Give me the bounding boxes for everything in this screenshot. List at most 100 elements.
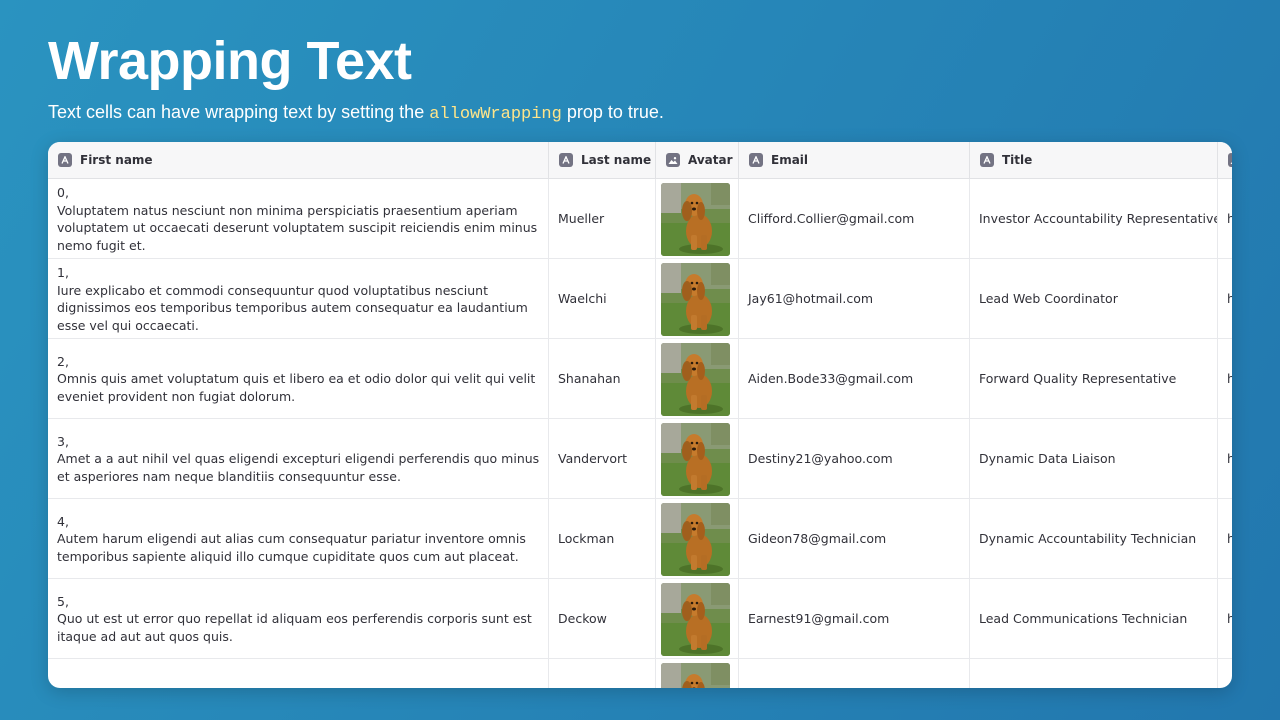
cell-email[interactable]: Jay61@hotmail.com: [739, 259, 970, 339]
cell-title[interactable]: [970, 659, 1218, 688]
cell-email[interactable]: Clifford.Collier@gmail.com: [739, 179, 970, 259]
column-header-email[interactable]: Email: [739, 142, 970, 178]
column-header-label: Avatar: [688, 153, 733, 167]
cell-text: Earnest91@gmail.com: [748, 611, 890, 627]
cell-text: Lead Web Coordinator: [979, 291, 1118, 307]
cell-text: Forward Quality Representative: [979, 371, 1177, 387]
cell-last-name[interactable]: Mueller: [549, 179, 656, 259]
cell-text: h: [1227, 370, 1232, 388]
text-icon: [980, 153, 994, 167]
dog-avatar-image: [661, 502, 730, 576]
cell-text: 1, Iure explicabo et commodi consequuntu…: [57, 265, 528, 333]
table-row[interactable]: 5, Quo ut est ut error quo repellat id a…: [48, 579, 1232, 659]
dog-avatar-image: [661, 582, 730, 656]
cell-text: Gideon78@gmail.com: [748, 531, 887, 547]
column-header-first-name[interactable]: First name: [48, 142, 549, 178]
cell-avatar[interactable]: [656, 259, 739, 339]
cell-email[interactable]: [739, 659, 970, 688]
dog-avatar-image: [661, 422, 730, 496]
cell-text: h: [1227, 610, 1232, 628]
cell-email[interactable]: Earnest91@gmail.com: [739, 579, 970, 659]
cell-first-name[interactable]: 5, Quo ut est ut error quo repellat id a…: [48, 579, 549, 659]
subtitle-text-after: prop to true.: [561, 102, 664, 122]
cell-last-name[interactable]: Shanahan: [549, 339, 656, 419]
cell-text: 5, Quo ut est ut error quo repellat id a…: [57, 593, 532, 644]
cell-avatar[interactable]: [656, 179, 739, 259]
column-header-avatar[interactable]: Avatar: [656, 142, 739, 178]
cell-text: 4, Autem harum eligendi aut alias cum co…: [57, 513, 526, 564]
cell-text: Aiden.Bode33@gmail.com: [748, 371, 914, 387]
cell-text: Destiny21@yahoo.com: [748, 451, 893, 467]
cell-text: h: [1227, 290, 1232, 308]
column-header-label: Last name: [581, 153, 652, 167]
cell-avatar[interactable]: [656, 659, 739, 688]
cell-email[interactable]: Aiden.Bode33@gmail.com: [739, 339, 970, 419]
cell-first-name[interactable]: 4, Autem harum eligendi aut alias cum co…: [48, 499, 549, 579]
cell-title[interactable]: Dynamic Data Liaison: [970, 419, 1218, 499]
cell-text: h: [1227, 450, 1232, 468]
cell-title[interactable]: Lead Communications Technician: [970, 579, 1218, 659]
cell-avatar[interactable]: [656, 339, 739, 419]
table-row[interactable]: 4, Autem harum eligendi aut alias cum co…: [48, 499, 1232, 579]
cell-title[interactable]: Investor Accountability Representative: [970, 179, 1218, 259]
image-icon: [666, 153, 680, 167]
cell-extra[interactable]: h: [1218, 179, 1232, 259]
cell-extra[interactable]: h: [1218, 339, 1232, 419]
cell-first-name[interactable]: 6,: [48, 659, 549, 688]
cell-email[interactable]: Gideon78@gmail.com: [739, 499, 970, 579]
dog-avatar-image: [661, 342, 730, 416]
grid-header: First name Last name Avatar Email Title: [48, 142, 1232, 179]
cell-avatar[interactable]: [656, 419, 739, 499]
cell-last-name[interactable]: Lockman: [549, 499, 656, 579]
cell-text: 2, Omnis quis amet voluptatum quis et li…: [57, 353, 536, 404]
dog-avatar-image: [661, 262, 730, 336]
cell-text: Clifford.Collier@gmail.com: [748, 211, 915, 227]
cell-extra[interactable]: h: [1218, 419, 1232, 499]
cell-first-name[interactable]: 1, Iure explicabo et commodi consequuntu…: [48, 259, 549, 339]
column-header-last-name[interactable]: Last name: [549, 142, 656, 178]
cell-avatar[interactable]: [656, 579, 739, 659]
cell-first-name[interactable]: 3, Amet a a aut nihil vel quas eligendi …: [48, 419, 549, 499]
cell-text: 0, Voluptatem natus nesciunt non minima …: [57, 185, 538, 253]
cell-last-name[interactable]: Vandervort: [549, 419, 656, 499]
cell-extra[interactable]: h: [1218, 579, 1232, 659]
cell-text: Jay61@hotmail.com: [748, 291, 874, 307]
cell-extra[interactable]: h: [1218, 499, 1232, 579]
cell-title[interactable]: Lead Web Coordinator: [970, 259, 1218, 339]
cell-first-name[interactable]: 0, Voluptatem natus nesciunt non minima …: [48, 179, 549, 259]
cell-title[interactable]: Forward Quality Representative: [970, 339, 1218, 419]
cell-text: 3, Amet a a aut nihil vel quas eligendi …: [57, 433, 540, 484]
cell-last-name[interactable]: Waelchi: [549, 259, 656, 339]
column-header-title[interactable]: Title: [970, 142, 1218, 178]
table-row[interactable]: 3, Amet a a aut nihil vel quas eligendi …: [48, 419, 1232, 499]
cell-text: Investor Accountability Representative: [979, 211, 1218, 227]
table-row[interactable]: 1, Iure explicabo et commodi consequuntu…: [48, 259, 1232, 339]
cell-avatar[interactable]: [656, 499, 739, 579]
cell-email[interactable]: Destiny21@yahoo.com: [739, 419, 970, 499]
text-icon: [559, 153, 573, 167]
image-icon: [1228, 153, 1232, 167]
column-header-label: Email: [771, 153, 809, 167]
dog-avatar-image: [661, 662, 730, 688]
column-header-label: First name: [80, 153, 153, 167]
cell-text: Dynamic Data Liaison: [979, 451, 1116, 467]
cell-text: Dynamic Accountability Technician: [979, 531, 1197, 547]
cell-last-name[interactable]: Deckow: [549, 579, 656, 659]
table-row[interactable]: 6,: [48, 659, 1232, 688]
cell-text: h: [1227, 210, 1232, 228]
table-row[interactable]: 2, Omnis quis amet voluptatum quis et li…: [48, 339, 1232, 419]
subtitle-code: allowWrapping: [429, 105, 562, 124]
table-row[interactable]: 0, Voluptatem natus nesciunt non minima …: [48, 179, 1232, 259]
data-grid[interactable]: First name Last name Avatar Email Title 0, V…: [48, 142, 1232, 688]
column-header-extra[interactable]: [1218, 142, 1232, 178]
cell-extra[interactable]: h: [1218, 259, 1232, 339]
cell-extra[interactable]: [1218, 659, 1232, 688]
cell-text: Waelchi: [558, 291, 607, 307]
page-subtitle: Text cells can have wrapping text by set…: [48, 100, 664, 127]
cell-last-name[interactable]: [549, 659, 656, 688]
text-icon: [58, 153, 72, 167]
cell-title[interactable]: Dynamic Accountability Technician: [970, 499, 1218, 579]
cell-first-name[interactable]: 2, Omnis quis amet voluptatum quis et li…: [48, 339, 549, 419]
page-title: Wrapping Text: [48, 31, 412, 91]
cell-text: Mueller: [558, 211, 605, 227]
